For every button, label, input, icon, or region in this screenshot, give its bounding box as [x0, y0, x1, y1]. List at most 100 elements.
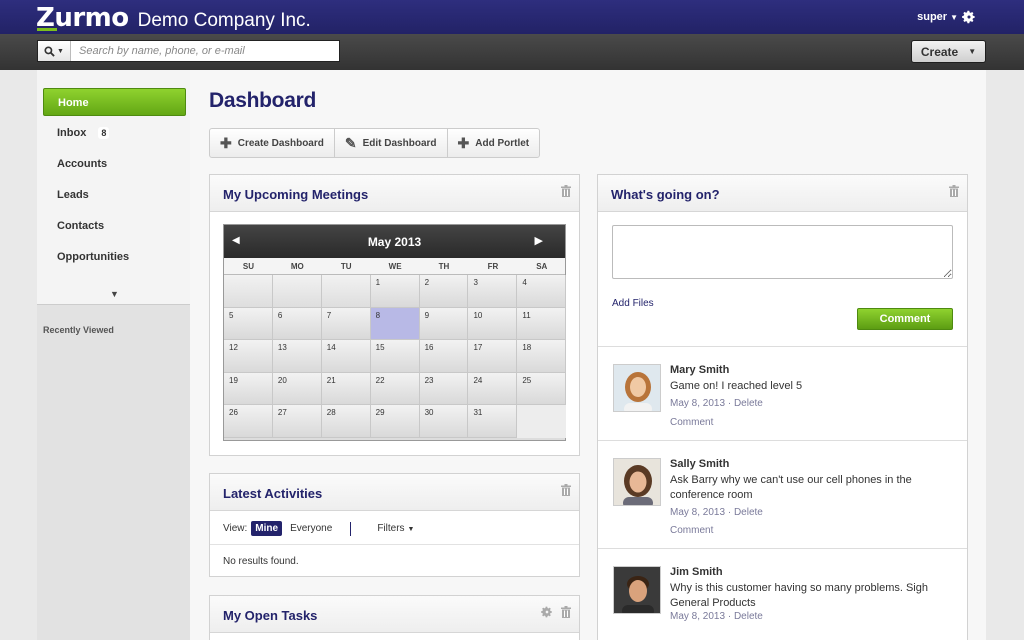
create-dashboard-button[interactable]: ✚ Create Dashboard	[210, 129, 335, 157]
portlet-header: My Upcoming Meetings	[210, 175, 579, 212]
sidebar-item-leads[interactable]: Leads	[43, 181, 186, 209]
create-button[interactable]: Create ▼	[911, 40, 986, 63]
search-input[interactable]	[71, 41, 331, 61]
gear-icon[interactable]	[541, 606, 553, 618]
calendar-day-cell[interactable]: 27	[272, 405, 322, 438]
dashboard-toolbar: ✚ Create Dashboard ✎ Edit Dashboard ✚ Add P…	[209, 128, 541, 158]
sidebar-item-contacts[interactable]: Contacts	[43, 212, 186, 240]
trash-icon[interactable]	[561, 484, 571, 496]
next-month-icon[interactable]: ▶	[535, 234, 543, 247]
calendar-day-cell[interactable]: 26	[224, 405, 273, 438]
view-filter-row: View: Mine Everyone Filters ▼	[223, 521, 414, 536]
sidebar-item-accounts[interactable]: Accounts	[43, 150, 186, 178]
sidebar-item-label: Opportunities	[57, 251, 130, 263]
calendar-weekday-row: SU MO TU WE TH FR SA	[224, 258, 565, 275]
calendar-day-cell[interactable]: 13	[272, 340, 322, 373]
user-name: super	[917, 11, 948, 23]
calendar: ◀ May 2013 ▶ SU MO TU WE TH FR SA 123456…	[223, 224, 567, 441]
portlet-header: Latest Activities	[210, 474, 579, 511]
gear-icon[interactable]	[962, 10, 976, 24]
avatar[interactable]	[613, 364, 661, 412]
calendar-day-cell[interactable]: 19	[224, 372, 273, 406]
edit-dashboard-label: Edit Dashboard	[362, 137, 437, 149]
user-menu[interactable]: super ▼	[917, 11, 958, 23]
calendar-day-cell[interactable]: 18	[517, 340, 567, 373]
sidebar-item-home[interactable]: Home	[43, 88, 186, 116]
brand-name: Zurmo	[36, 3, 129, 33]
calendar-day-cell[interactable]: 1	[370, 275, 420, 308]
calendar-day-cell[interactable]: 28	[321, 405, 371, 438]
calendar-day-cell[interactable]: 16	[419, 340, 469, 373]
trash-icon[interactable]	[561, 185, 571, 197]
sidebar-item-opportunities[interactable]: Opportunities	[43, 243, 186, 271]
calendar-day-cell[interactable]: 25	[517, 372, 567, 406]
post-textarea[interactable]	[612, 225, 953, 279]
calendar-day-cell[interactable]: 23	[419, 372, 469, 406]
sidebar-item-label: Leads	[57, 189, 89, 201]
page-title: Dashboard	[209, 89, 316, 112]
calendar-empty-cell	[321, 275, 371, 308]
view-mine-toggle[interactable]: Mine	[251, 521, 283, 536]
calendar-day-cell[interactable]: 20	[272, 372, 322, 406]
calendar-day-cell[interactable]: 17	[468, 340, 518, 373]
pencil-icon: ✎	[344, 134, 357, 151]
calendar-day-cell[interactable]: 29	[370, 405, 420, 438]
search-box: ▼	[37, 40, 340, 62]
calendar-day-cell[interactable]: 8	[370, 307, 420, 341]
calendar-day-cell[interactable]: 10	[468, 307, 518, 341]
calendar-day-cell[interactable]: 2	[419, 275, 469, 308]
calendar-day-cell[interactable]: 31	[468, 405, 518, 438]
main-panel: Home Inbox 8 Accounts Leads Contacts Oppo…	[37, 70, 986, 640]
feed-comment-link[interactable]: Comment	[670, 417, 713, 428]
add-portlet-label: Add Portlet	[475, 137, 530, 149]
delete-link[interactable]: Delete	[734, 398, 763, 409]
portlet-header: What's going on?	[598, 175, 967, 212]
calendar-day-cell[interactable]: 15	[370, 340, 420, 373]
filters-dropdown[interactable]: Filters ▼	[377, 523, 414, 534]
calendar-header: ◀ May 2013 ▶	[224, 225, 565, 258]
comment-button[interactable]: Comment	[857, 308, 953, 330]
avatar[interactable]	[613, 566, 661, 614]
sidebar-item-label: Inbox	[57, 127, 87, 139]
company-name: Demo Company Inc.	[137, 10, 311, 31]
inbox-count-badge: 8	[98, 127, 110, 139]
calendar-day-cell[interactable]: 6	[272, 307, 322, 341]
edit-dashboard-button[interactable]: ✎ Edit Dashboard	[335, 129, 448, 157]
calendar-day-cell[interactable]: 7	[321, 307, 371, 341]
avatar[interactable]	[613, 458, 661, 506]
feed-meta: May 8, 2013 · Delete	[670, 507, 763, 518]
feed-comment-link[interactable]: Comment	[670, 525, 713, 536]
weekday-label: TU	[340, 262, 352, 271]
create-label: Create	[920, 44, 959, 59]
create-dashboard-label: Create Dashboard	[237, 137, 324, 149]
view-everyone-toggle[interactable]: Everyone	[286, 521, 336, 536]
calendar-day-cell[interactable]: 21	[321, 372, 371, 406]
feed-item: Mary Smith Game on! I reached level 5 Ma…	[598, 347, 967, 441]
expand-menu-chevron-icon[interactable]: ▼	[110, 289, 119, 299]
calendar-day-cell[interactable]: 4	[517, 275, 567, 308]
calendar-day-cell[interactable]: 12	[224, 340, 273, 373]
add-files-link[interactable]: Add Files	[612, 298, 654, 309]
sidebar-nav: Home Inbox 8 Accounts Leads Contacts Oppo…	[37, 70, 190, 305]
calendar-month-title: May 2013	[367, 235, 422, 249]
logo[interactable]: Zurmo Demo Company Inc.	[36, 3, 311, 33]
trash-icon[interactable]	[949, 185, 959, 197]
chevron-down-icon: ▼	[407, 526, 415, 533]
calendar-day-cell[interactable]: 14	[321, 340, 371, 373]
weekday-label: SU	[242, 262, 254, 271]
sidebar-item-inbox[interactable]: Inbox 8	[43, 119, 186, 147]
calendar-day-cell[interactable]: 3	[468, 275, 518, 308]
search-scope-dropdown[interactable]: ▼	[38, 41, 71, 61]
add-portlet-button[interactable]: ✚ Add Portlet	[448, 129, 540, 157]
calendar-day-cell[interactable]: 11	[517, 307, 567, 341]
calendar-empty-cell	[272, 275, 322, 308]
calendar-day-cell[interactable]: 30	[419, 405, 469, 438]
calendar-day-cell[interactable]: 22	[370, 372, 420, 406]
delete-link[interactable]: Delete	[734, 611, 763, 622]
calendar-day-cell[interactable]: 24	[468, 372, 518, 406]
portlet-title: Latest Activities	[223, 486, 323, 501]
calendar-day-cell[interactable]: 9	[419, 307, 469, 341]
trash-icon[interactable]	[561, 606, 571, 618]
calendar-day-cell[interactable]: 5	[224, 307, 273, 341]
delete-link[interactable]: Delete	[734, 507, 763, 518]
